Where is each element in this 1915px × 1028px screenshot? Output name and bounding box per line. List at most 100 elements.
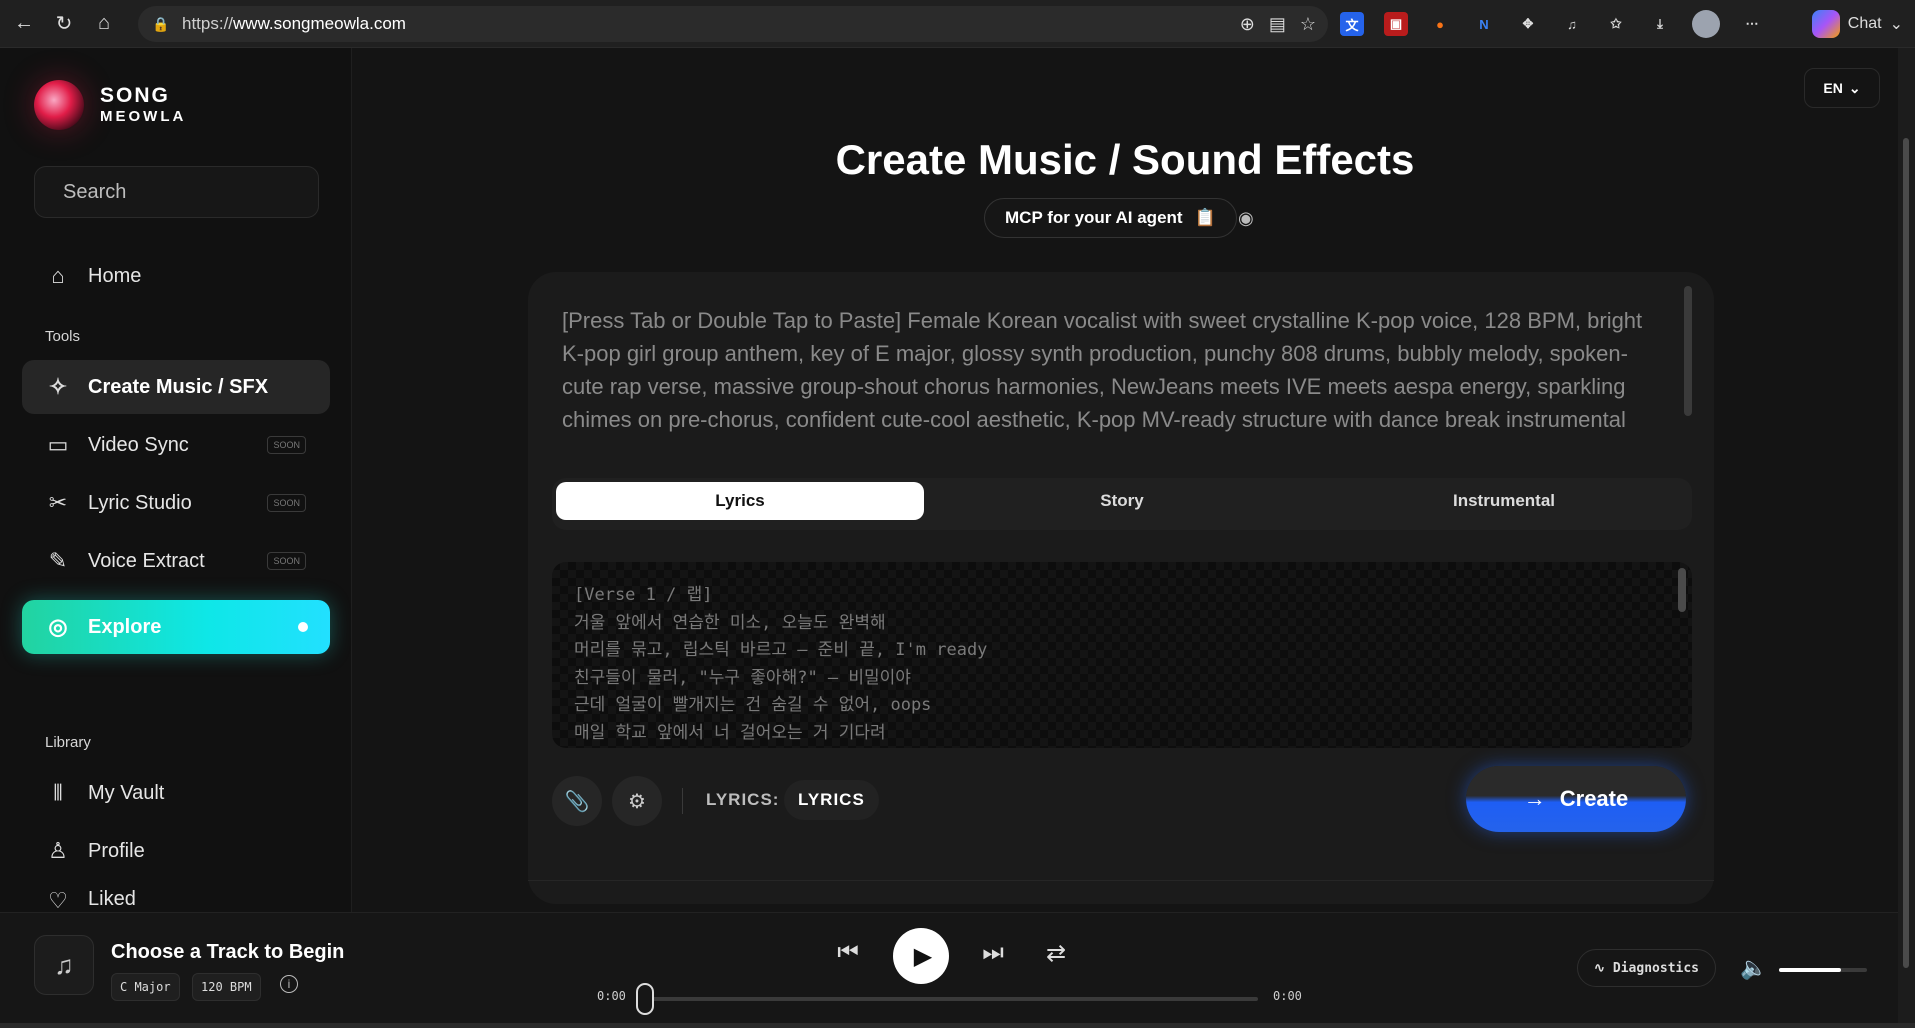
favorite-star-icon[interactable]: ☆ (1300, 14, 1316, 35)
lyrics-scrollbar[interactable] (1678, 568, 1686, 612)
sidebar-item-label: Lyric Studio (88, 491, 192, 514)
tab-instrumental[interactable]: Instrumental (1320, 482, 1688, 520)
bpm-badge: 120 BPM (192, 973, 261, 1001)
copilot-chat-button[interactable]: Chat ⌄ (1811, 6, 1903, 42)
favorites-icon[interactable]: ✩ (1604, 12, 1628, 36)
prompt-scrollbar[interactable] (1684, 286, 1692, 416)
pen-icon: ✎ (48, 548, 68, 573)
lyrics-mode-chip[interactable]: LYRICS (784, 780, 879, 820)
puzzle-icon[interactable]: ✥ (1516, 12, 1540, 36)
sidebar-item-liked[interactable]: ♡ Liked (22, 882, 330, 912)
search-input[interactable]: Search (34, 166, 319, 218)
sidebar-item-label: Profile (88, 839, 145, 862)
eye-icon[interactable]: ◉ (1238, 208, 1254, 229)
refresh-icon[interactable]: ↻ (48, 8, 80, 40)
volume-icon[interactable]: 🔈 (1740, 955, 1767, 981)
window-edge (0, 1023, 1915, 1028)
prompt-textarea[interactable]: [Press Tab or Double Tap to Paste] Femal… (562, 304, 1652, 432)
sidebar-item-profile[interactable]: ♙ Profile (22, 824, 330, 878)
soon-badge: SOON (267, 436, 306, 454)
copilot-icon (1811, 10, 1840, 38)
sidebar-item-create-music[interactable]: ✧ Create Music / SFX (22, 360, 330, 414)
arrow-right-icon: → (1523, 786, 1546, 811)
progress-bar[interactable] (643, 997, 1258, 1001)
extension-icon[interactable]: ▣ (1384, 12, 1408, 36)
sidebar-item-lyric-studio[interactable]: ✂ Lyric Studio SOON (22, 476, 330, 530)
section-label-tools: Tools (45, 328, 81, 345)
soon-badge: SOON (267, 494, 306, 512)
diagnostics-button[interactable]: ∿ Diagnostics (1577, 949, 1716, 987)
app-root: SONG MEOWLA Search ⌂ Home Tools ✧ Create… (0, 48, 1898, 1023)
extension-icon[interactable]: ● (1428, 12, 1452, 36)
info-icon[interactable]: i (280, 975, 298, 993)
profile-avatar[interactable] (1692, 10, 1720, 38)
sparkles-icon: ✧ (48, 374, 68, 399)
logo[interactable]: SONG MEOWLA (34, 80, 186, 130)
sidebar-item-home[interactable]: ⌂ Home (22, 249, 330, 303)
attach-button[interactable]: 📎 (552, 776, 602, 826)
language-selector[interactable]: EN ⌄ (1804, 68, 1880, 108)
mcp-button[interactable]: MCP for your AI agent 📋 (984, 198, 1237, 238)
chevron-down-icon: ⌄ (1848, 79, 1861, 96)
sidebar-item-label: Home (88, 264, 142, 287)
key-badge: C Major (111, 973, 180, 1001)
repeat-icon[interactable]: ⇄ (1038, 935, 1074, 971)
pulse-icon: ∿ (1594, 960, 1605, 976)
sliders-icon: ⚙ (628, 790, 646, 813)
compass-icon: ◎ (48, 614, 68, 639)
lyrics-line: [Verse 1 / 랩] (574, 585, 713, 605)
sidebar-item-video-sync[interactable]: ▭ Video Sync SOON (22, 418, 330, 472)
next-track-icon[interactable]: ⏭ (975, 935, 1011, 971)
lyrics-line: 친구들이 물러, "누구 좋아해?" – 비밀이야 (574, 667, 911, 688)
lyrics-editor[interactable]: [Verse 1 / 랩] 거울 앞에서 연습한 미소, 오늘도 완벽해 머리를 묶… (552, 562, 1692, 748)
progress-handle[interactable] (636, 983, 654, 1015)
page-scrollbar[interactable] (1898, 48, 1915, 1023)
status-dot (298, 622, 308, 632)
settings-button[interactable]: ⚙ (612, 776, 662, 826)
url-host: www.songmeowla.com (233, 14, 406, 33)
chat-label: Chat (1847, 15, 1882, 32)
browser-toolbar: ← ↻ ⌂ 🔒 https://www.songmeowla.com ⊕ ▤ ☆… (0, 0, 1915, 48)
address-bar[interactable]: 🔒 https://www.songmeowla.com ⊕ ▤ ☆ (138, 6, 1328, 42)
download-icon[interactable]: ⤓ (1648, 12, 1672, 36)
heart-icon: ♡ (48, 888, 68, 912)
home-icon[interactable]: ⌂ (88, 8, 120, 40)
create-button[interactable]: → Create (1466, 766, 1686, 832)
tab-story[interactable]: Story (938, 482, 1306, 520)
clipboard-icon: 📋 (1194, 208, 1216, 227)
volume-slider[interactable] (1779, 968, 1867, 972)
lyrics-line: 근데 얼굴이 빨개지는 건 숨길 수 없어, oops (574, 695, 932, 715)
lock-icon: 🔒 (152, 15, 170, 32)
page-title: Create Music / Sound Effects (835, 136, 1415, 183)
sidebar-item-label: Create Music / SFX (88, 375, 269, 398)
explore-label: Explore (88, 615, 162, 638)
user-icon: ♙ (48, 838, 68, 863)
scrollbar-thumb[interactable] (1903, 138, 1909, 968)
paperclip-icon: 📎 (564, 790, 590, 813)
tab-lyrics[interactable]: Lyrics (556, 482, 924, 520)
create-card: [Press Tab or Double Tap to Paste] Femal… (528, 272, 1714, 904)
extension-icon[interactable]: N (1472, 12, 1496, 36)
divider (682, 788, 683, 814)
sidebar-item-voice-extract[interactable]: ✎ Voice Extract SOON (22, 534, 330, 588)
create-label: Create (1559, 786, 1629, 811)
soon-badge: SOON (267, 552, 306, 570)
back-icon[interactable]: ← (8, 8, 40, 40)
scissors-icon: ✂ (48, 490, 68, 515)
more-icon[interactable]: ⋯ (1740, 12, 1764, 36)
play-button[interactable]: ▶ (893, 928, 949, 984)
previous-track-icon[interactable]: ⏮ (830, 935, 866, 971)
lyrics-mode-label: LYRICS: (706, 790, 780, 809)
reader-icon[interactable]: ▤ (1269, 14, 1286, 35)
media-icon[interactable]: ♫ (1560, 12, 1584, 36)
time-current: 0:00 (597, 989, 626, 1003)
home-icon: ⌂ (51, 263, 65, 288)
chevron-down-icon: ⌄ (1889, 16, 1903, 33)
lyrics-text: [Verse 1 / 랩] 거울 앞에서 연습한 미소, 오늘도 완벽해 머리를 묶… (574, 582, 987, 747)
translate-extension-icon[interactable]: 文 (1340, 12, 1364, 36)
sidebar-item-my-vault[interactable]: ⫴ My Vault (22, 766, 330, 820)
zoom-icon[interactable]: ⊕ (1240, 14, 1255, 35)
volume-fill (1779, 968, 1841, 972)
music-note-icon: ♫ (34, 935, 94, 995)
explore-button[interactable]: ◎ Explore (22, 600, 330, 654)
